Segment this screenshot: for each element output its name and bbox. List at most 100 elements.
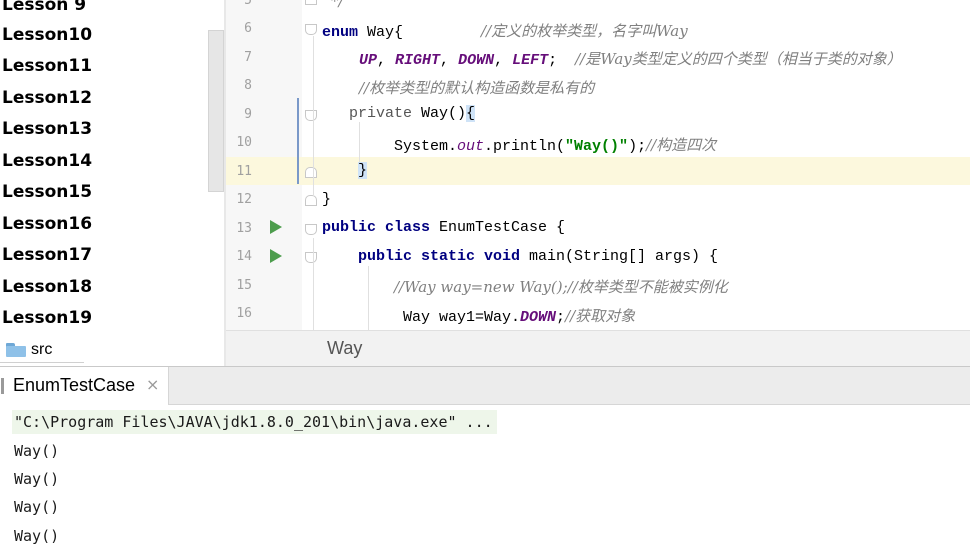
line-number: 12: [236, 192, 252, 207]
tree-item-lesson15[interactable]: Lesson15: [2, 177, 92, 207]
enum-constant: DOWN: [458, 52, 495, 69]
run-tab-bar: EnumTestCase ×: [0, 366, 970, 405]
fold-end-icon[interactable]: [305, 0, 317, 5]
breadcrumb: Way: [226, 330, 970, 367]
tree-item-lesson18[interactable]: Lesson18: [2, 272, 92, 302]
fold-end-icon[interactable]: [305, 167, 317, 178]
keyword-enum: enum: [322, 24, 359, 41]
code-token: .println(: [484, 138, 566, 155]
fold-start-icon[interactable]: [305, 224, 317, 235]
tree-item-lesson19[interactable]: Lesson19: [2, 303, 92, 333]
code-token: Way way1=Way.: [403, 309, 521, 326]
closing-brace: }: [322, 191, 332, 208]
tree-item-src[interactable]: src: [6, 337, 52, 363]
console-line: Way(): [14, 498, 60, 516]
constructor-name: Way(): [412, 105, 467, 122]
brace-match: {: [466, 105, 476, 122]
line-number: 15: [236, 278, 252, 293]
java-command: "C:\Program Files\JAVA\jdk1.8.0_201\bin\…: [14, 413, 493, 431]
enum-constant: DOWN: [520, 309, 557, 326]
brace-match: }: [358, 162, 368, 179]
comment-end: */: [331, 0, 344, 10]
run-config-icon: [1, 378, 4, 394]
code-line-7[interactable]: UP, RIGHT, DOWN, LEFT; //是Way类型定义的四个类型（相…: [359, 48, 902, 69]
code-token: ;: [556, 309, 566, 326]
tree-item-lesson13[interactable]: Lesson13: [2, 114, 92, 144]
tab-label: EnumTestCase: [13, 375, 136, 395]
code-line-6[interactable]: enum Way{ //定义的枚举类型，名字叫Way: [322, 20, 688, 41]
code-line-11[interactable]: }: [358, 162, 368, 179]
fold-start-icon[interactable]: [305, 24, 317, 35]
method-signature: main(String[] args) {: [520, 248, 719, 265]
tree-scrollbar[interactable]: [208, 30, 224, 192]
enum-constant: UP: [359, 52, 378, 69]
code-line-5[interactable]: */: [331, 0, 344, 11]
console-line: Way(): [14, 442, 60, 460]
line-number: 14: [236, 249, 252, 264]
comment: //Way way=new Way();//枚举类型不能被实例化: [394, 278, 728, 296]
code-line-16[interactable]: Way way1=Way.DOWN;//获取对象: [403, 305, 635, 326]
enum-name: Way{: [358, 24, 404, 41]
code-line-9[interactable]: private Way(){: [349, 105, 476, 122]
comment: //是Way类型定义的四个类型（相当于类的对象）: [575, 50, 902, 68]
line-number: 9: [244, 107, 252, 122]
line-number: 7: [244, 50, 252, 65]
tree-item-lesson14[interactable]: Lesson14: [2, 146, 92, 176]
tab-enumtestcase[interactable]: EnumTestCase ×: [0, 367, 169, 405]
code-line-10[interactable]: System.out.println("Way()");//构造四次: [394, 134, 716, 155]
keyword-public-class: public class: [322, 219, 431, 236]
tree-item-lesson11[interactable]: Lesson11: [2, 51, 92, 81]
current-line-highlight: [226, 157, 970, 185]
project-tree: Lesson 9 Lesson10 Lesson11 Lesson12 Less…: [0, 0, 224, 366]
line-number: 11: [236, 164, 252, 179]
class-name: EnumTestCase {: [430, 219, 566, 236]
enum-constant: LEFT: [512, 52, 549, 69]
code-editor[interactable]: 5 6 7 8 9 10 11 12 13 14 15 16 */ enum W…: [226, 0, 970, 330]
code-token: System.: [394, 138, 458, 155]
string-literal: "Way()": [565, 138, 629, 155]
code-line-14[interactable]: public static void main(String[] args) {: [358, 248, 718, 265]
tree-item-lesson9[interactable]: Lesson 9: [2, 0, 86, 20]
line-number: 8: [244, 78, 252, 93]
line-number: 10: [236, 135, 252, 150]
tree-item-lesson10[interactable]: Lesson10: [2, 20, 92, 50]
comment: //枚举类型的默认构造函数是私有的: [359, 79, 595, 97]
breadcrumb-item[interactable]: Way: [327, 338, 362, 359]
tree-item-lesson17[interactable]: Lesson17: [2, 240, 92, 270]
console-output[interactable]: "C:\Program Files\JAVA\jdk1.8.0_201\bin\…: [0, 405, 970, 557]
folder-icon: [6, 343, 26, 357]
keyword-public-static-void: public static void: [358, 248, 521, 265]
comment: //构造四次: [646, 136, 717, 154]
change-marker: [297, 98, 299, 184]
line-number: 16: [236, 306, 252, 321]
code-line-15[interactable]: //Way way=new Way();//枚举类型不能被实例化: [394, 276, 728, 297]
line-number: 5: [244, 0, 252, 8]
tree-item-lesson12[interactable]: Lesson12: [2, 83, 92, 113]
fold-start-icon[interactable]: [305, 110, 317, 121]
line-number: 6: [244, 21, 252, 36]
comment: //获取对象: [565, 307, 636, 325]
console-line: Way(): [14, 470, 60, 488]
indent-guide: [368, 266, 369, 330]
enum-constant: RIGHT: [395, 52, 441, 69]
run-class-icon[interactable]: [270, 220, 282, 234]
code-line-13[interactable]: public class EnumTestCase {: [322, 219, 565, 236]
tree-item-lesson16[interactable]: Lesson16: [2, 209, 92, 239]
fold-start-icon[interactable]: [305, 252, 317, 263]
static-field: out: [457, 138, 485, 155]
tree-item-src-label: src: [31, 341, 53, 358]
fold-end-icon[interactable]: [305, 195, 317, 206]
indent-guide: [313, 238, 314, 330]
comment: //定义的枚举类型，名字叫Way: [481, 22, 688, 40]
keyword-private: private: [349, 105, 413, 122]
code-token: );: [628, 138, 647, 155]
run-main-icon[interactable]: [270, 249, 282, 263]
close-icon[interactable]: ×: [146, 375, 159, 394]
indent-guide: [313, 36, 314, 196]
code-line-12[interactable]: }: [322, 191, 331, 208]
console-line: Way(): [14, 527, 60, 545]
code-line-8[interactable]: //枚举类型的默认构造函数是私有的: [359, 77, 594, 98]
console-command-line: "C:\Program Files\JAVA\jdk1.8.0_201\bin\…: [12, 410, 497, 434]
line-number: 13: [236, 221, 252, 236]
tree-divider: [0, 362, 84, 363]
